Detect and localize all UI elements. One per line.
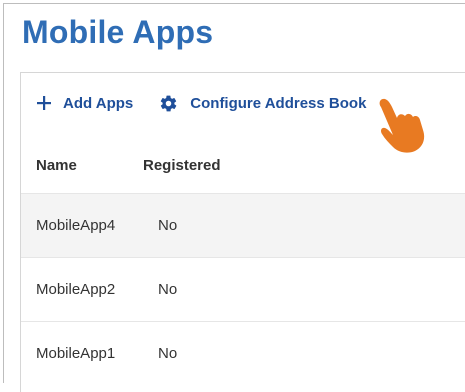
cell-name: MobileApp4 xyxy=(36,217,116,234)
column-header-name[interactable]: Name xyxy=(21,157,143,174)
cell-name: MobileApp2 xyxy=(36,281,116,298)
add-apps-button[interactable]: Add Apps xyxy=(37,95,133,112)
plus-icon xyxy=(37,96,51,110)
cell-registered: No xyxy=(158,345,178,362)
table-row[interactable]: MobileApp1 No xyxy=(21,321,465,385)
add-apps-label: Add Apps xyxy=(63,94,134,112)
table-row[interactable]: MobileApp2 No xyxy=(21,257,465,321)
apps-table: Name Registered MobileApp4 No MobileApp2… xyxy=(21,137,465,385)
table-row[interactable]: MobileApp4 No xyxy=(21,193,465,257)
configure-address-book-label: Configure Address Book xyxy=(190,94,367,112)
cell-registered: No xyxy=(158,281,178,298)
gear-icon xyxy=(159,94,178,113)
page-title: Mobile Apps xyxy=(22,14,214,50)
cell-registered: No xyxy=(158,217,178,234)
column-header-registered[interactable]: Registered xyxy=(143,157,221,174)
cell-name: MobileApp1 xyxy=(36,345,116,362)
pointing-hand-cursor-icon xyxy=(372,94,434,156)
configure-address-book-button[interactable]: Configure Address Book xyxy=(159,94,366,113)
toolbar: Add Apps Configure Address Book xyxy=(37,91,366,115)
